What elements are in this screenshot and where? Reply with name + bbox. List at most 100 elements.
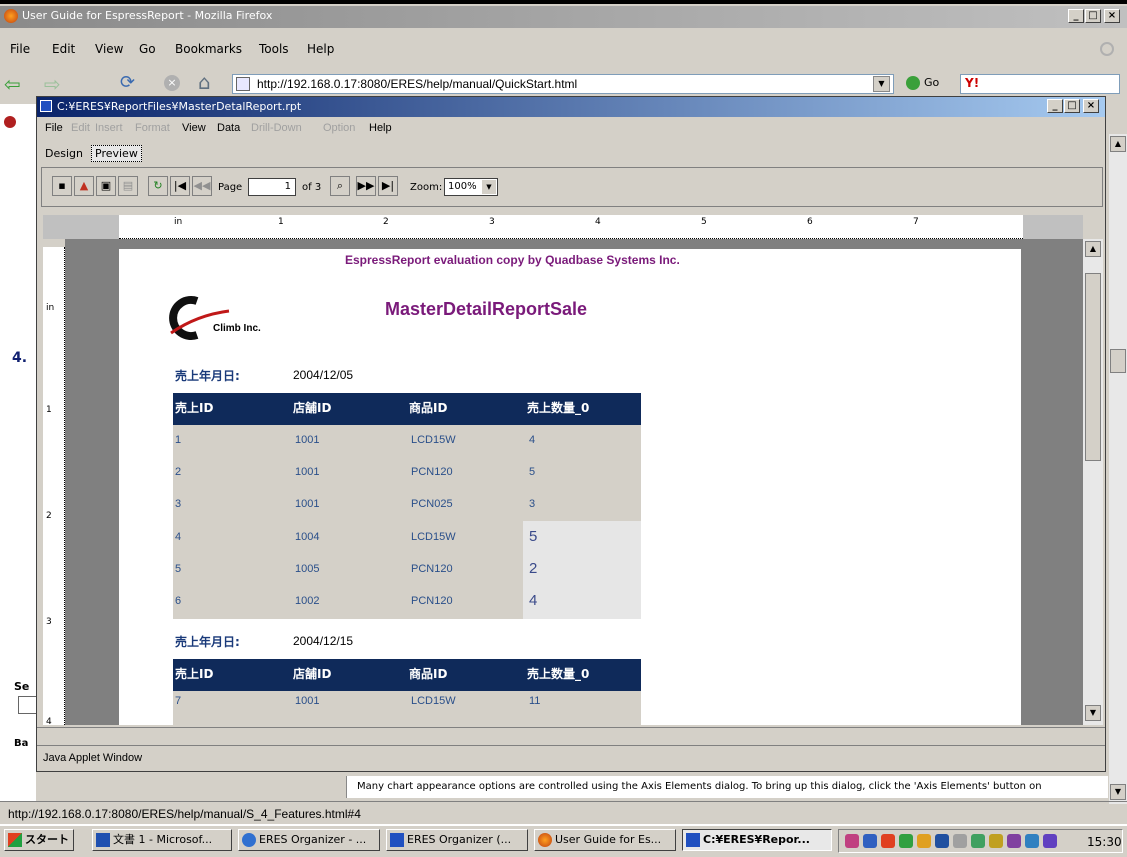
taskbar-item-eres-ie[interactable]: ERES Organizer - ... — [238, 829, 380, 851]
menu-view[interactable]: View — [95, 38, 123, 60]
next-page-icon[interactable]: ▶▶ — [356, 176, 376, 196]
menu-tools[interactable]: Tools — [259, 38, 289, 60]
tray-icon[interactable] — [881, 834, 895, 848]
ruler-unit: in — [174, 217, 183, 227]
tray-icon[interactable] — [917, 834, 931, 848]
header-sale-id: 売上ID — [175, 667, 214, 681]
report-hscroll[interactable] — [37, 727, 1105, 741]
ruler-num: 7 — [913, 217, 919, 227]
applet-maximize-button[interactable]: □ — [1064, 99, 1080, 113]
home-icon[interactable]: ⌂ — [198, 72, 211, 92]
applet-menu-insert[interactable]: Insert — [95, 117, 123, 139]
export-icon[interactable]: ▲ — [74, 176, 94, 196]
applet-minimize-button[interactable]: _ — [1047, 99, 1063, 113]
url-field[interactable]: http://192.168.0.17:8080/ERES/help/manua… — [232, 74, 894, 94]
menu-help[interactable]: Help — [307, 38, 334, 60]
go-icon[interactable] — [906, 76, 920, 90]
applet-menu-view[interactable]: View — [182, 117, 206, 139]
tray-icon[interactable] — [971, 834, 985, 848]
save-icon[interactable]: ▪ — [52, 176, 72, 196]
url-dropdown-icon[interactable]: ▼ — [873, 76, 890, 92]
cell-product-id: PCN120 — [411, 466, 453, 478]
page-icon — [236, 77, 250, 91]
cell-sale-id: 6 — [175, 595, 182, 607]
taskbar-item-report[interactable]: C:¥ERES¥Repor... — [682, 829, 832, 851]
print-icon[interactable]: ▤ — [118, 176, 138, 196]
taskbar-item-firefox[interactable]: User Guide for Es... — [534, 829, 676, 851]
vruler-num: 3 — [46, 617, 52, 627]
applet-menu-format[interactable]: Format — [135, 117, 170, 139]
report-scroll-up-icon[interactable]: ▲ — [1085, 241, 1101, 257]
taskbar-item-word[interactable]: 文書 1 - Microsof... — [92, 829, 232, 851]
go-label[interactable]: Go — [924, 76, 939, 89]
page-scroll-thumb[interactable] — [1110, 349, 1126, 373]
tray-icon[interactable] — [1025, 834, 1039, 848]
applet-menu-data[interactable]: Data — [217, 117, 240, 139]
tab-design[interactable]: Design — [45, 147, 83, 160]
preview-toolbar: ▪ ▲ ▣ ▤ ↻ |◀ ◀◀ Page 1 of 3 ⌕ ▶▶ ▶| Zoom… — [41, 167, 1103, 207]
url-text: http://192.168.0.17:8080/ERES/help/manua… — [257, 77, 578, 91]
group1-header-row: 売上ID 店舗ID 商品ID 売上数量_0 — [173, 393, 641, 425]
page-scrollbar[interactable]: ▲ ▼ — [1109, 134, 1127, 804]
search-field[interactable]: Y! — [960, 74, 1120, 94]
menu-file[interactable]: File — [10, 38, 30, 60]
taskbar-item-eres-java[interactable]: ERES Organizer (... — [386, 829, 528, 851]
tray-icon[interactable] — [935, 834, 949, 848]
reload-icon[interactable]: ⟳ — [120, 73, 135, 93]
applet-menu-file[interactable]: File — [45, 117, 63, 139]
tray-icon[interactable] — [845, 834, 859, 848]
browser-menubar: File Edit View Go Bookmarks Tools Help — [0, 38, 1127, 60]
tray-icon[interactable] — [899, 834, 913, 848]
applet-menu-drilldown[interactable]: Drill-Down — [251, 117, 302, 139]
tray-icon[interactable] — [863, 834, 877, 848]
tab-preview[interactable]: Preview — [91, 145, 142, 162]
prev-page-icon[interactable]: ◀◀ — [192, 176, 212, 196]
tray-icon[interactable] — [1043, 834, 1057, 848]
last-page-icon[interactable]: ▶| — [378, 176, 398, 196]
tray-icon[interactable] — [989, 834, 1003, 848]
maximize-button[interactable]: □ — [1085, 9, 1101, 23]
page-input[interactable]: 1 — [248, 178, 296, 196]
stop-icon[interactable]: × — [164, 75, 180, 91]
taskbar-item-label: ERES Organizer - ... — [259, 833, 367, 846]
tray-icon[interactable] — [1007, 834, 1021, 848]
menu-bookmarks[interactable]: Bookmarks — [175, 38, 242, 60]
find-icon[interactable]: ⌕ — [330, 176, 350, 196]
applet-close-button[interactable]: × — [1083, 99, 1099, 113]
applet-statusbar: Java Applet Window — [37, 745, 1105, 769]
report-scrollbar[interactable]: ▲ ▼ — [1083, 239, 1103, 725]
applet-menu-option[interactable]: Option — [323, 117, 355, 139]
back-icon[interactable]: ⇦ — [4, 74, 21, 94]
ruler-num: 5 — [701, 217, 707, 227]
pdf-icon[interactable]: ▣ — [96, 176, 116, 196]
cell-quantity: 5 — [529, 466, 536, 478]
start-button[interactable]: スタート — [4, 829, 74, 851]
left-red-icon — [4, 116, 16, 128]
close-button[interactable]: × — [1104, 9, 1120, 23]
report-scroll-thumb[interactable] — [1085, 273, 1101, 461]
group2-date-value: 2004/12/15 — [293, 634, 354, 648]
zoom-dropdown-icon[interactable]: ▼ — [482, 180, 496, 194]
minimize-button[interactable]: _ — [1068, 9, 1084, 23]
page-scroll-down-icon[interactable]: ▼ — [1110, 784, 1126, 800]
refresh-icon[interactable]: ↻ — [148, 176, 168, 196]
first-page-icon[interactable]: |◀ — [170, 176, 190, 196]
applet-menu-edit[interactable]: Edit — [71, 117, 90, 139]
forward-icon[interactable]: ⇨ — [44, 74, 61, 94]
menu-edit[interactable]: Edit — [52, 38, 75, 60]
left-fragment-ba: Ba — [14, 738, 29, 749]
report-scroll-down-icon[interactable]: ▼ — [1085, 705, 1101, 721]
cell-product-id: PCN120 — [411, 563, 453, 575]
cell-store-id: 1005 — [295, 563, 320, 575]
table-row: 7 1001 LCD15W 11 — [173, 691, 641, 725]
header-store-id: 店舗ID — [293, 667, 332, 681]
taskbar: スタート 文書 1 - Microsof... ERES Organizer -… — [0, 824, 1127, 857]
menu-go[interactable]: Go — [139, 38, 156, 60]
tray-icon[interactable] — [953, 834, 967, 848]
cell-product-id: PCN025 — [411, 498, 453, 510]
left-input-fragment — [18, 696, 38, 714]
left-heading: 4. — [12, 350, 28, 366]
applet-menu-help[interactable]: Help — [369, 117, 392, 139]
cell-store-id: 1002 — [295, 595, 320, 607]
page-scroll-up-icon[interactable]: ▲ — [1110, 136, 1126, 152]
